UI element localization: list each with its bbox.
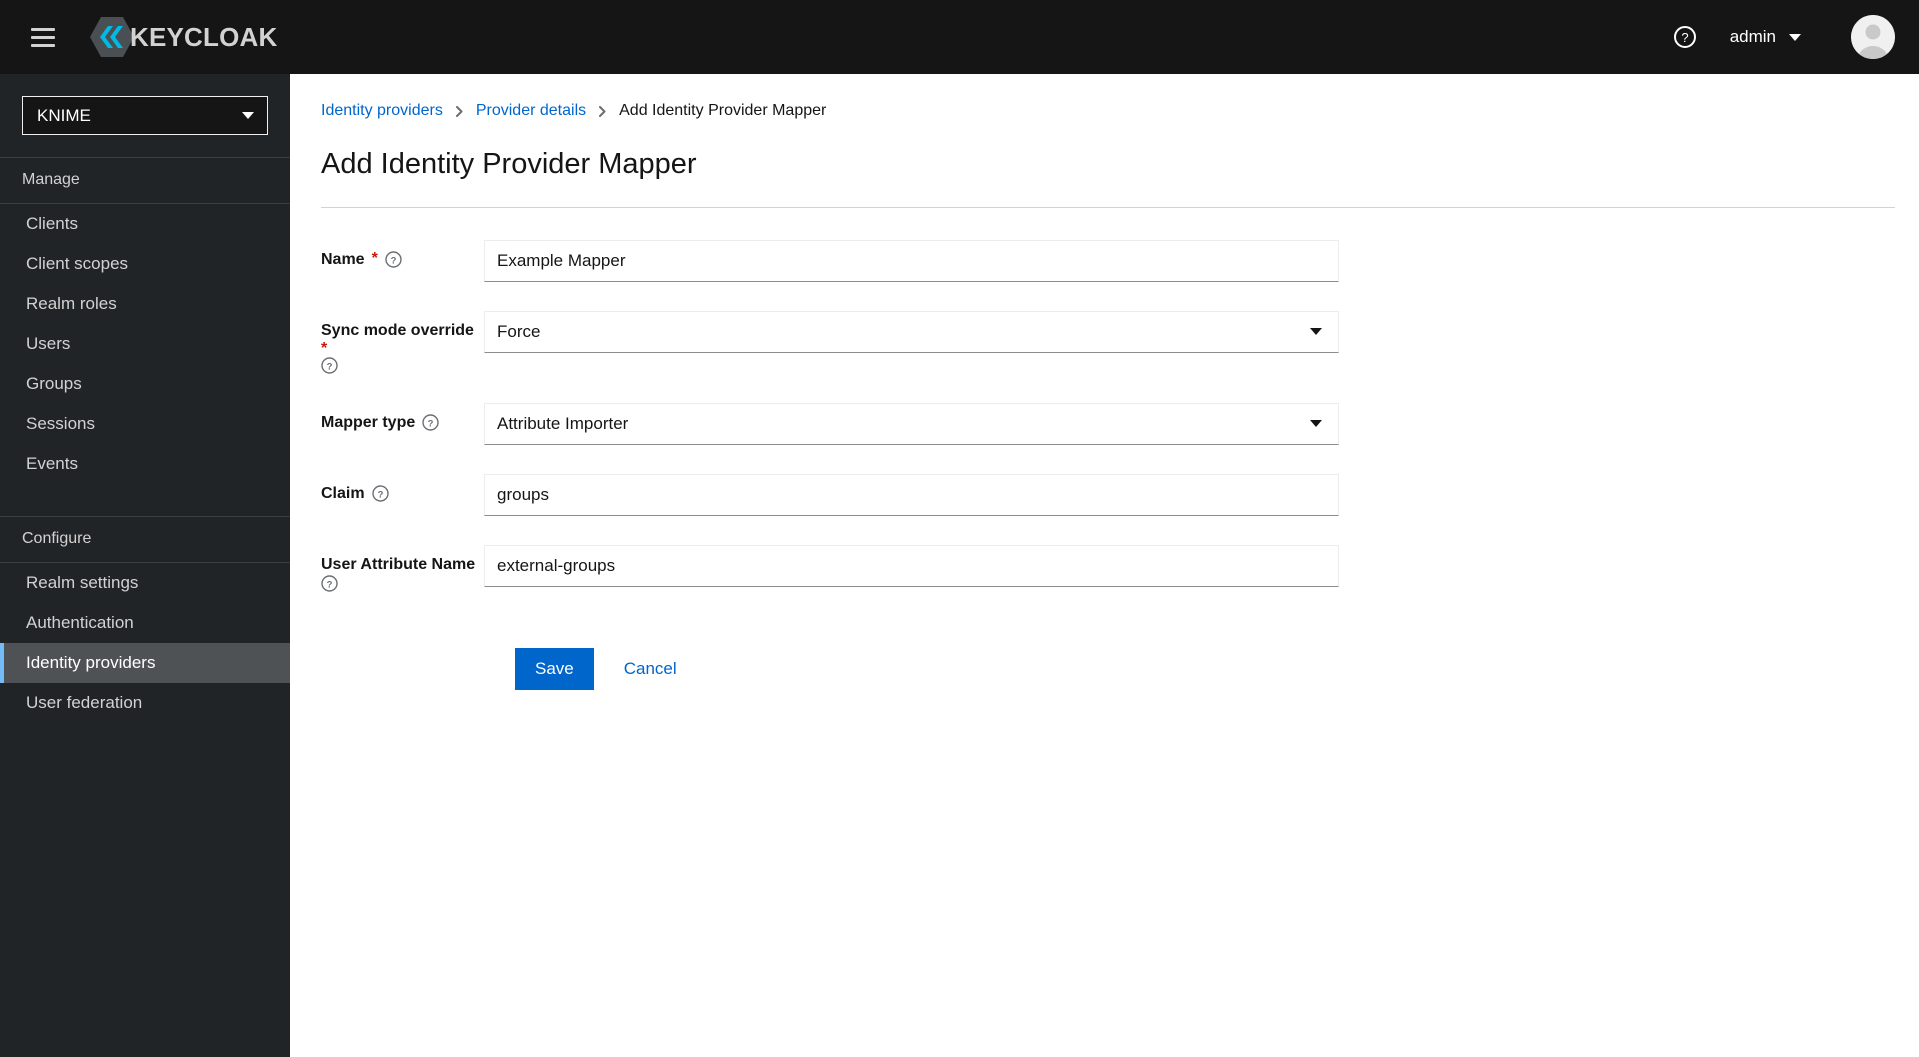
question-circle-icon: ? (422, 414, 439, 431)
breadcrumb-separator-icon (597, 105, 608, 117)
svg-text:?: ? (390, 255, 396, 266)
user-name-label: admin (1729, 27, 1776, 46)
question-circle-icon: ? (371, 485, 389, 502)
avatar-icon (1851, 15, 1895, 59)
field-area-claim (484, 473, 1339, 516)
sidebar-item-authentication[interactable]: Authentication (0, 603, 290, 643)
form-row-mapper-type: Mapper type ? Attribute Importer (321, 402, 1919, 445)
chevron-down-icon (1310, 328, 1322, 336)
brand-logo-link[interactable]: KEYCLOAK (88, 15, 278, 59)
name-input[interactable] (484, 239, 1339, 282)
help-icon-mapper-type[interactable]: ? (422, 414, 439, 431)
label-mapper-type-text: Mapper type (321, 413, 416, 431)
question-circle-icon: ? (321, 575, 338, 592)
help-icon-claim[interactable]: ? (371, 485, 389, 502)
masthead-toolbar: ? admin (1668, 15, 1895, 59)
label-name-text: Name (321, 250, 365, 268)
svg-text:?: ? (1681, 30, 1688, 45)
mapper-type-value: Attribute Importer (497, 413, 629, 433)
label-sync-mode-override-text: Sync mode override (321, 321, 474, 339)
svg-text:?: ? (327, 579, 333, 590)
field-area-mapper-type: Attribute Importer (484, 402, 1339, 445)
keycloak-logo-icon (90, 17, 134, 57)
question-circle-icon: ? (321, 357, 338, 374)
cancel-button[interactable]: Cancel (608, 648, 693, 690)
sidebar-item-events[interactable]: Events (0, 444, 290, 484)
sync-mode-override-value: Force (497, 321, 541, 341)
breadcrumb-item-provider-details[interactable]: Provider details (476, 102, 586, 120)
sidebar-item-realm-settings[interactable]: Realm settings (0, 563, 290, 603)
label-user-attribute-name: User Attribute Name ? (321, 545, 484, 592)
field-area-name (484, 239, 1339, 282)
label-mapper-type: Mapper type ? (321, 403, 484, 433)
hamburger-bar (31, 27, 55, 31)
help-icon-sync-mode-override[interactable]: ? (321, 357, 338, 374)
sidebar-item-users[interactable]: Users (0, 324, 290, 364)
nav-section-title-configure: Configure (0, 516, 290, 563)
realm-selector-container: KNIME (0, 96, 290, 157)
keycloak-admin-console: KEYCLOAK ? admin KNIME Manage Clients Cl… (0, 0, 1919, 1057)
svg-text:?: ? (428, 418, 434, 429)
breadcrumb-item-identity-providers[interactable]: Identity providers (321, 102, 443, 120)
sidebar-navigation: KNIME Manage Clients Client scopes Realm… (0, 74, 290, 1057)
question-circle-icon: ? (385, 251, 402, 268)
help-icon-user-attribute-name[interactable]: ? (321, 575, 338, 592)
required-indicator: * (321, 339, 328, 357)
form-row-user-attribute-name: User Attribute Name ? (321, 544, 1919, 592)
sidebar-item-client-scopes[interactable]: Client scopes (0, 244, 290, 284)
sidebar-item-realm-roles[interactable]: Realm roles (0, 284, 290, 324)
svg-text:?: ? (377, 489, 383, 500)
realm-selector-value: KNIME (37, 105, 91, 125)
mapper-type-select[interactable]: Attribute Importer (484, 402, 1339, 445)
page-title: Add Identity Provider Mapper (321, 148, 697, 180)
field-area-sync-mode-override: Force (484, 310, 1339, 353)
nav-list-manage: Clients Client scopes Realm roles Users … (0, 204, 290, 484)
label-name: Name * ? (321, 240, 484, 270)
help-icon-name[interactable]: ? (385, 251, 402, 268)
sync-mode-override-select[interactable]: Force (484, 310, 1339, 353)
sidebar-item-identity-providers[interactable]: Identity providers (0, 643, 290, 683)
form-row-name: Name * ? (321, 239, 1919, 282)
user-attribute-name-input[interactable] (484, 544, 1339, 587)
label-sync-mode-override: Sync mode override * ? (321, 311, 484, 374)
hamburger-bar (31, 43, 55, 47)
sidebar-item-user-federation[interactable]: User federation (0, 683, 290, 723)
required-indicator: * (371, 250, 378, 268)
nav-section-title-manage: Manage (0, 157, 290, 204)
svg-text:?: ? (327, 361, 333, 372)
page-body: KNIME Manage Clients Client scopes Realm… (0, 74, 1919, 1057)
claim-input[interactable] (484, 473, 1339, 516)
chevron-down-icon (1789, 33, 1801, 41)
form-row-sync-mode-override: Sync mode override * ? Force (321, 310, 1919, 374)
main-content: Identity providers Provider details Add … (290, 74, 1919, 1057)
label-claim-text: Claim (321, 484, 365, 502)
realm-selector[interactable]: KNIME (22, 96, 268, 135)
nav-list-configure: Realm settings Authentication Identity p… (0, 563, 290, 723)
label-claim: Claim ? (321, 474, 484, 504)
breadcrumb-item-current: Add Identity Provider Mapper (619, 102, 827, 119)
chevron-down-icon (242, 112, 254, 119)
breadcrumb-separator-icon (454, 105, 465, 117)
hamburger-bar (31, 35, 55, 39)
user-dropdown[interactable]: admin (1730, 27, 1801, 47)
sidebar-item-clients[interactable]: Clients (0, 204, 290, 244)
help-icon[interactable]: ? (1668, 20, 1702, 54)
sidebar-item-groups[interactable]: Groups (0, 364, 290, 404)
field-area-user-attribute-name (484, 544, 1339, 587)
avatar[interactable] (1851, 15, 1895, 59)
hamburger-menu-icon[interactable] (20, 14, 66, 60)
masthead: KEYCLOAK ? admin (0, 0, 1919, 74)
label-user-attribute-name-text: User Attribute Name (321, 555, 476, 573)
chevron-down-icon (1310, 420, 1322, 428)
breadcrumb: Identity providers Provider details Add … (290, 74, 1919, 120)
form-row-claim: Claim ? (321, 473, 1919, 516)
brand-name: KEYCLOAK (130, 22, 278, 52)
form-actions: Save Cancel (321, 621, 1919, 690)
question-circle-icon: ? (1673, 26, 1696, 48)
sidebar-item-sessions[interactable]: Sessions (0, 404, 290, 444)
add-identity-provider-mapper-form: Name * ? Example Mapper Sync mode overri… (290, 208, 1919, 690)
save-button[interactable]: Save (515, 647, 594, 690)
